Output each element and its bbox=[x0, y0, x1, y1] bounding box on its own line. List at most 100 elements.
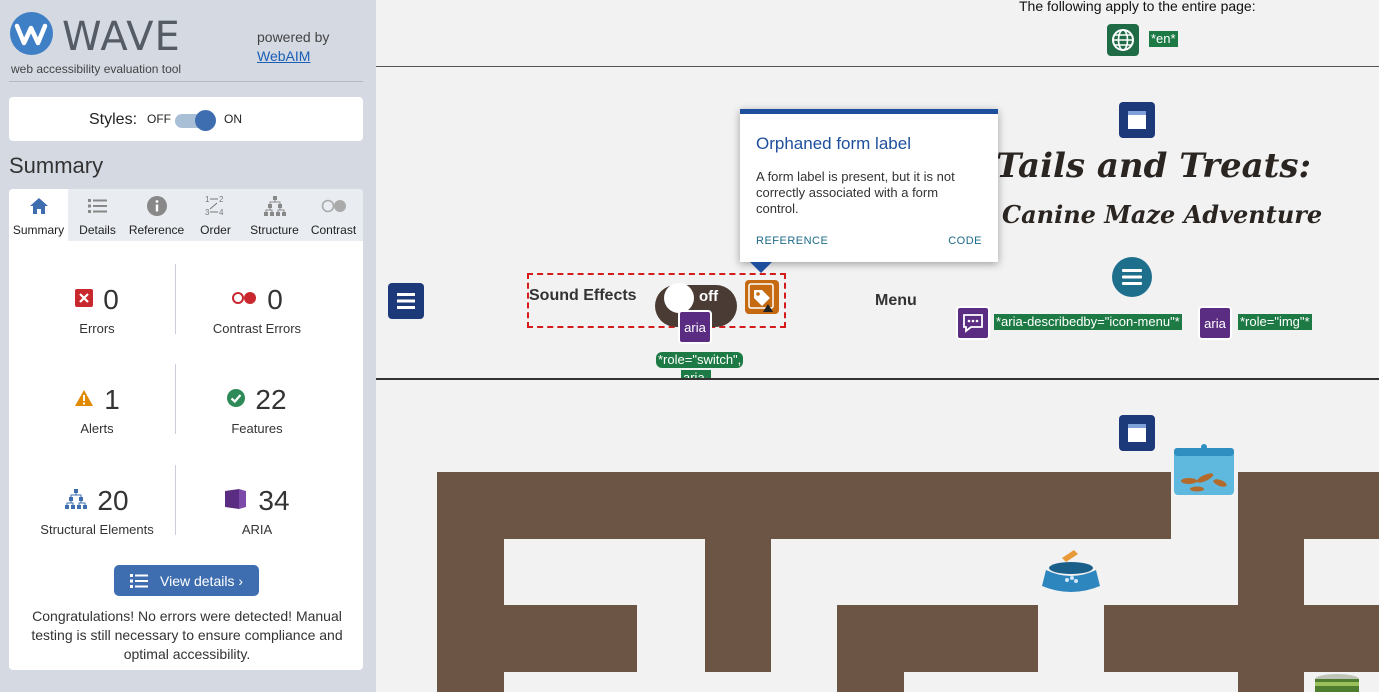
errors-label: Errors bbox=[79, 321, 115, 336]
wave-sidebar: WAVE web accessibility evaluation tool p… bbox=[0, 0, 376, 692]
stat-errors[interactable]: 0 Errors bbox=[17, 283, 177, 336]
powered-by: powered by WebAIM bbox=[257, 28, 329, 66]
tab-details-label: Details bbox=[79, 223, 116, 237]
page-wide-note: The following apply to the entire page: bbox=[1019, 0, 1256, 14]
tab-order[interactable]: 1234 Order bbox=[186, 189, 245, 241]
maze-wall bbox=[437, 472, 1171, 539]
food-can-icon bbox=[1314, 673, 1360, 692]
feature-check-icon bbox=[227, 388, 246, 412]
treat-jar-icon bbox=[1171, 443, 1238, 496]
aria-describedby-icon[interactable] bbox=[956, 306, 990, 340]
contrast-error-icon bbox=[231, 291, 257, 310]
maze-wall bbox=[837, 605, 904, 692]
stat-alerts[interactable]: 1 Alerts bbox=[17, 383, 177, 436]
stat-contrast-errors[interactable]: 0 Contrast Errors bbox=[177, 283, 337, 336]
tab-contrast-label: Contrast bbox=[310, 223, 357, 237]
home-icon bbox=[9, 196, 68, 216]
lang-tag: *en* bbox=[1149, 31, 1178, 47]
tab-reference[interactable]: Reference bbox=[127, 189, 186, 241]
alerts-label: Alerts bbox=[80, 421, 114, 436]
svg-text:1: 1 bbox=[205, 195, 210, 204]
orphaned-label-alert-icon[interactable] bbox=[745, 280, 779, 314]
aria-icon bbox=[224, 488, 248, 515]
styles-off-label: OFF bbox=[147, 112, 171, 126]
alerts-count: 1 bbox=[104, 384, 120, 415]
alert-icon bbox=[74, 389, 94, 412]
orphaned-label-tooltip: Orphaned form label A form label is pres… bbox=[740, 109, 998, 262]
tab-summary[interactable]: Summary bbox=[9, 189, 68, 241]
wave-logo-subtitle: web accessibility evaluation tool bbox=[11, 62, 182, 76]
aria-badge-icon[interactable]: aria bbox=[678, 310, 712, 344]
tab-structure-label: Structure bbox=[250, 223, 299, 237]
list-icon bbox=[68, 196, 127, 216]
tooltip-title: Orphaned form label bbox=[756, 134, 911, 153]
aria-describedby-tag: *aria-describedby="icon-menu"* bbox=[994, 314, 1182, 330]
maze-wall bbox=[504, 605, 637, 672]
contrast-icon bbox=[304, 196, 363, 216]
view-details-button[interactable]: View details › bbox=[114, 565, 259, 596]
maze-wall bbox=[1238, 539, 1304, 692]
page-title-line1: Tails and Treats: bbox=[996, 146, 1312, 186]
language-icon[interactable] bbox=[1107, 24, 1139, 56]
info-icon bbox=[127, 196, 186, 216]
stat-features[interactable]: 22 Features bbox=[177, 383, 337, 436]
aria-label: ARIA bbox=[241, 522, 273, 537]
maze-wall bbox=[705, 472, 771, 672]
structure-icon bbox=[65, 488, 88, 514]
tab-contrast[interactable]: Contrast bbox=[304, 189, 363, 241]
tooltip-reference-link[interactable]: REFERENCE bbox=[756, 235, 828, 247]
tooltip-body: A form label is present, but it is not c… bbox=[756, 169, 955, 216]
powered-by-text: powered by bbox=[257, 29, 330, 45]
aria-badge-text: aria bbox=[1204, 315, 1226, 331]
svg-text:2: 2 bbox=[219, 195, 224, 204]
webaim-link[interactable]: WebAIM bbox=[257, 48, 310, 64]
menu-hamburger-icon[interactable] bbox=[1112, 257, 1152, 297]
styles-toggle-box: Styles: OFF ON bbox=[9, 97, 363, 141]
error-icon bbox=[75, 288, 94, 312]
divider bbox=[376, 378, 1379, 380]
features-label: Features bbox=[231, 421, 283, 436]
tooltip-arrow bbox=[750, 262, 772, 273]
switch-state-text: off bbox=[699, 288, 719, 305]
structure-icon bbox=[245, 196, 304, 216]
header-region-icon[interactable] bbox=[1119, 102, 1155, 138]
styles-on-label: ON bbox=[224, 112, 242, 126]
tab-details[interactable]: Details bbox=[68, 189, 127, 241]
aria-badge-text: aria bbox=[684, 319, 706, 335]
tooltip-code-link[interactable]: CODE bbox=[948, 235, 982, 247]
structural-label: Structural Elements bbox=[40, 522, 154, 537]
switch-knob[interactable] bbox=[664, 283, 694, 313]
menu-label[interactable]: Menu bbox=[875, 292, 917, 310]
page-title-line2: Canine Maze Adventure bbox=[1002, 200, 1323, 229]
main-region-icon[interactable] bbox=[1119, 415, 1155, 451]
aria-badge-icon[interactable]: aria bbox=[1198, 306, 1232, 340]
styles-toggle-knob[interactable] bbox=[195, 110, 216, 131]
view-details-label: View details › bbox=[160, 572, 244, 589]
summary-heading: Summary bbox=[9, 153, 104, 178]
navigation-icon[interactable] bbox=[388, 283, 424, 319]
role-img-tag: *role="img"* bbox=[1238, 314, 1312, 330]
stat-aria[interactable]: 34 ARIA bbox=[177, 484, 337, 537]
tab-order-label: Order bbox=[200, 223, 231, 237]
wave-logo-word: WAVE bbox=[62, 14, 181, 60]
styles-label: Styles: bbox=[89, 111, 138, 128]
summary-panel: Summary Details Reference 1234 Order Str… bbox=[9, 189, 363, 670]
structural-count: 20 bbox=[97, 485, 129, 516]
contrast-errors-label: Contrast Errors bbox=[212, 321, 302, 336]
divider bbox=[9, 81, 363, 82]
role-switch-tag: *role="switch", bbox=[656, 352, 744, 368]
maze-wall bbox=[1238, 672, 1304, 692]
tab-structure[interactable]: Structure bbox=[245, 189, 304, 241]
sound-effects-label[interactable]: Sound Effects bbox=[529, 287, 637, 305]
wave-logo-icon bbox=[10, 12, 53, 55]
maze-wall bbox=[437, 472, 504, 692]
svg-text:3: 3 bbox=[205, 208, 210, 217]
errors-count: 0 bbox=[103, 284, 119, 315]
aria-count: 34 bbox=[258, 485, 290, 516]
contrast-errors-count: 0 bbox=[267, 284, 283, 315]
svg-text:4: 4 bbox=[219, 208, 224, 217]
stat-structural[interactable]: 20 Structural Elements bbox=[17, 484, 177, 537]
features-count: 22 bbox=[255, 384, 287, 415]
tab-bar: Summary Details Reference 1234 Order Str… bbox=[9, 189, 363, 241]
page-under-test: The following apply to the entire page: … bbox=[376, 0, 1379, 692]
